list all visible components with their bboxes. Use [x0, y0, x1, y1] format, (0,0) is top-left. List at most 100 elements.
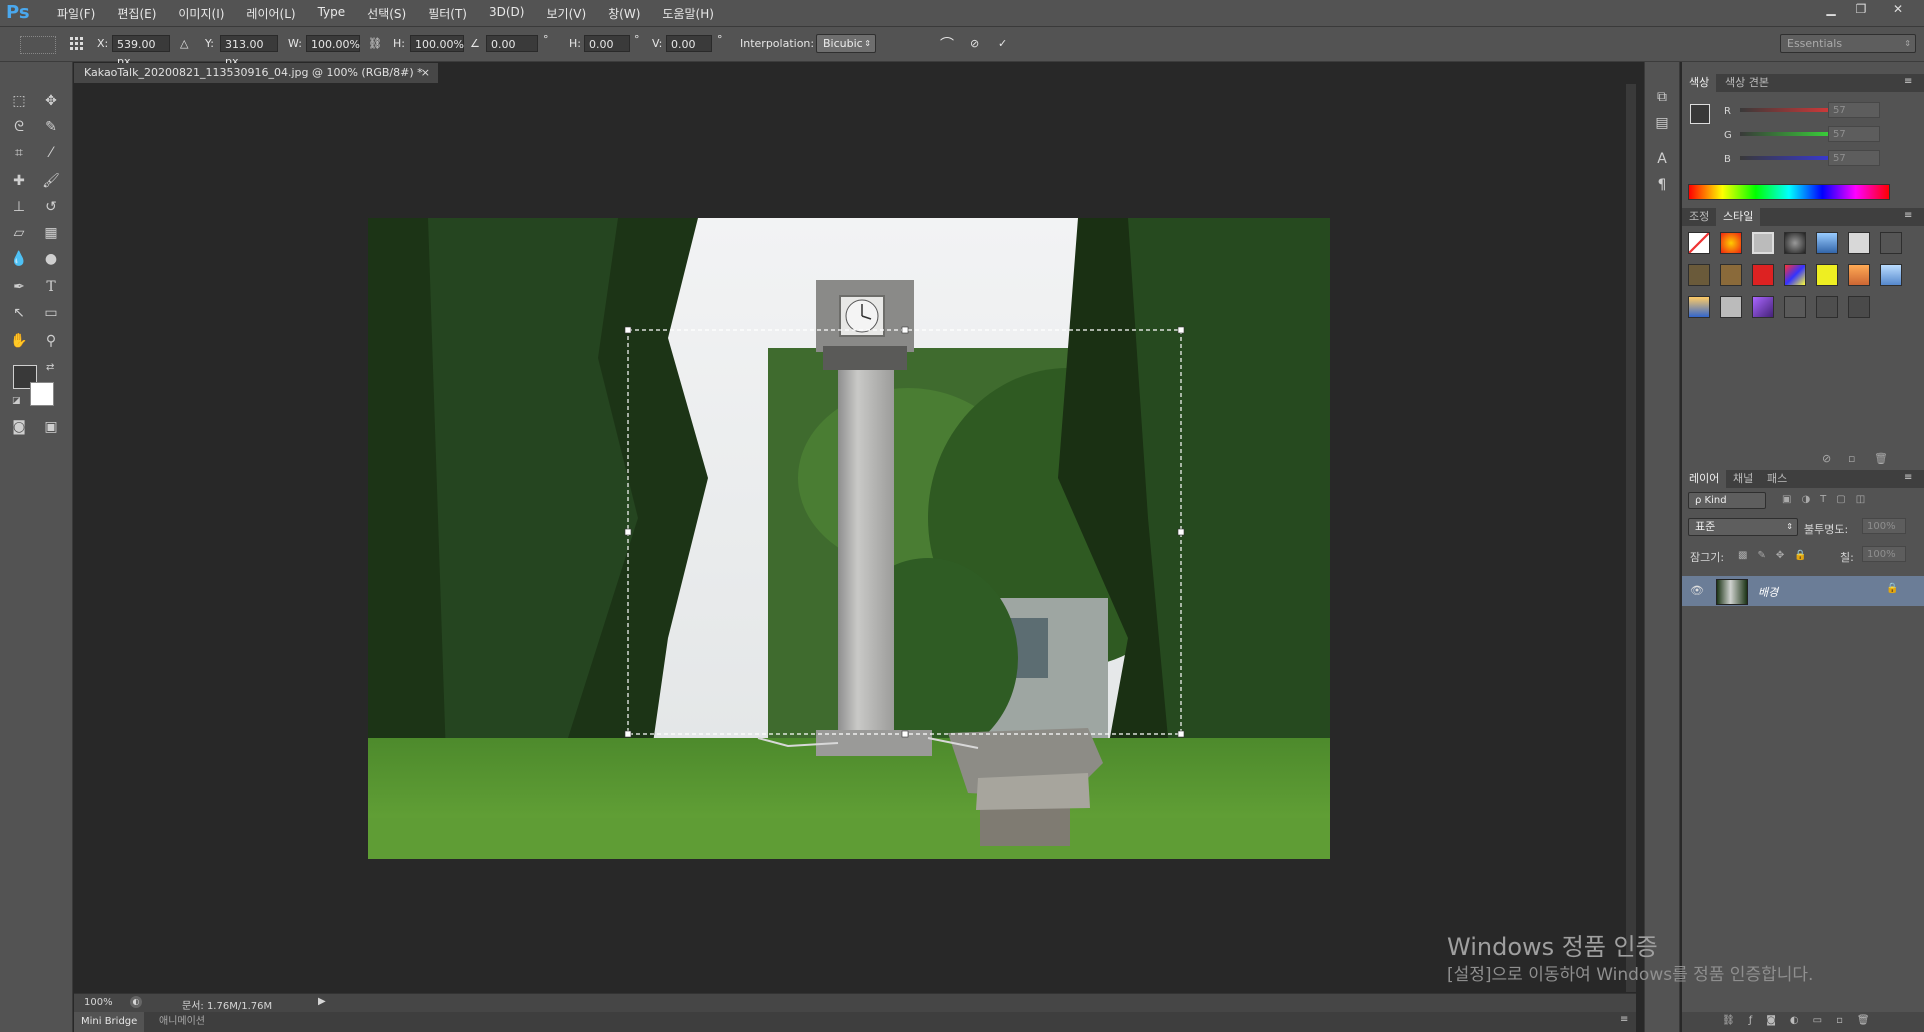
- style-swatch[interactable]: [1720, 264, 1742, 286]
- background-color-swatch[interactable]: [30, 382, 54, 406]
- history-panel-icon[interactable]: ⧉: [1651, 86, 1673, 108]
- delta-icon[interactable]: △: [180, 37, 188, 50]
- panel-menu-icon[interactable]: ≡: [1904, 76, 1912, 87]
- rectangle-tool-icon[interactable]: ▭: [40, 302, 62, 324]
- opacity-input[interactable]: 100%: [1862, 518, 1906, 534]
- style-swatch[interactable]: [1848, 264, 1870, 286]
- link-icon[interactable]: ⛓: [368, 37, 382, 50]
- menu-select[interactable]: 선택(S): [356, 5, 417, 22]
- height-input[interactable]: 100.00%: [410, 35, 464, 52]
- menu-help[interactable]: 도움말(H): [651, 5, 725, 22]
- style-swatch[interactable]: [1880, 264, 1902, 286]
- character-panel-icon[interactable]: A: [1651, 148, 1673, 170]
- clone-stamp-tool-icon[interactable]: ⊥: [8, 196, 30, 218]
- layer-name[interactable]: 배경: [1758, 584, 1778, 600]
- delete-style-icon[interactable]: 🗑: [1874, 452, 1888, 465]
- hskew-input[interactable]: 0.00: [584, 35, 630, 52]
- tab-adjustments[interactable]: 조정: [1682, 208, 1716, 226]
- panel-menu-icon[interactable]: ≡: [1904, 210, 1912, 221]
- menu-type[interactable]: Type: [307, 5, 357, 22]
- style-swatch[interactable]: [1784, 232, 1806, 254]
- style-swatch[interactable]: [1816, 232, 1838, 254]
- style-swatch[interactable]: [1848, 232, 1870, 254]
- document-image[interactable]: [368, 218, 1330, 859]
- zoom-level[interactable]: 100%: [84, 997, 113, 1008]
- style-swatch[interactable]: [1720, 232, 1742, 254]
- commit-transform-icon[interactable]: ✓: [998, 37, 1007, 50]
- interpolation-dropdown[interactable]: Bicubic ⇕: [816, 34, 876, 53]
- lock-icons[interactable]: ▩✎✥🔒: [1738, 550, 1817, 561]
- fill-input[interactable]: 100%: [1862, 546, 1906, 562]
- style-swatch-none[interactable]: [1688, 232, 1710, 254]
- r-input[interactable]: 57: [1828, 102, 1880, 118]
- brush-tool-icon[interactable]: 🖌: [40, 170, 62, 192]
- crop-tool-icon[interactable]: ⌗: [8, 142, 30, 164]
- tab-paths[interactable]: 패스: [1760, 470, 1794, 488]
- properties-panel-icon[interactable]: ▤: [1651, 112, 1673, 134]
- menu-3d[interactable]: 3D(D): [478, 5, 535, 22]
- vskew-input[interactable]: 0.00: [666, 35, 712, 52]
- vertical-scrollbar[interactable]: [1626, 84, 1636, 992]
- style-swatch-selected[interactable]: [1752, 232, 1774, 254]
- g-input[interactable]: 57: [1828, 126, 1880, 142]
- tab-mini-bridge[interactable]: Mini Bridge: [74, 1012, 145, 1032]
- lasso-tool-icon[interactable]: ᘓ: [8, 116, 30, 138]
- quick-mask-icon[interactable]: ◙: [8, 416, 30, 438]
- visibility-eye-icon[interactable]: 👁: [1690, 584, 1704, 597]
- document-tab[interactable]: KakaoTalk_20200821_113530916_04.jpg @ 10…: [74, 63, 438, 83]
- workspace-dropdown[interactable]: Essentials ⇕: [1780, 34, 1916, 53]
- layer-filter-icons[interactable]: ▣◑T▢◫: [1782, 494, 1875, 505]
- tab-layers[interactable]: 레이어: [1682, 470, 1727, 488]
- zoom-tool-icon[interactable]: ⚲: [40, 330, 62, 352]
- status-menu-arrow-icon[interactable]: ▶: [318, 996, 326, 1007]
- tab-styles[interactable]: 스타일: [1716, 208, 1761, 226]
- restore-button[interactable]: ❐: [1846, 0, 1876, 18]
- x-input[interactable]: 539.00 px: [112, 35, 170, 68]
- layer-filter-dropdown[interactable]: ρ Kind: [1688, 492, 1766, 509]
- gradient-tool-icon[interactable]: ▦: [40, 222, 62, 244]
- menu-window[interactable]: 창(W): [597, 5, 651, 22]
- clear-style-icon[interactable]: ⊘: [1822, 452, 1831, 465]
- style-swatch[interactable]: [1752, 264, 1774, 286]
- menu-filter[interactable]: 필터(T): [417, 5, 478, 22]
- close-tab-icon[interactable]: ×: [421, 63, 430, 83]
- dodge-tool-icon[interactable]: ●: [40, 248, 62, 270]
- style-swatch[interactable]: [1816, 296, 1838, 318]
- menu-view[interactable]: 보기(V): [535, 5, 597, 22]
- swap-colors-icon[interactable]: ⇄: [46, 362, 54, 373]
- move-tool-icon[interactable]: ✥: [40, 90, 62, 112]
- history-brush-tool-icon[interactable]: ↺: [40, 196, 62, 218]
- marquee-tool-icon[interactable]: ⬚: [8, 90, 30, 112]
- y-input[interactable]: 313.00 px: [220, 35, 278, 68]
- layer-footer-icons[interactable]: ⛓ƒ◙◐▭▫🗑: [1722, 1015, 1884, 1026]
- style-swatch[interactable]: [1752, 296, 1774, 318]
- menu-edit[interactable]: 편집(E): [106, 5, 167, 22]
- tab-swatches[interactable]: 색상 견본: [1718, 74, 1776, 92]
- style-swatch[interactable]: [1784, 296, 1806, 318]
- reference-point-icon[interactable]: [69, 36, 85, 52]
- style-swatch[interactable]: [1784, 264, 1806, 286]
- style-swatch[interactable]: [1720, 296, 1742, 318]
- layer-row-background[interactable]: 👁 배경 🔒: [1682, 576, 1924, 606]
- panel-menu-icon[interactable]: ≡: [1620, 1014, 1628, 1025]
- status-info-icon[interactable]: ◐: [130, 996, 142, 1008]
- warp-mode-icon[interactable]: ⌒: [940, 34, 954, 54]
- hand-tool-icon[interactable]: ✋: [8, 330, 30, 352]
- eraser-tool-icon[interactable]: ▱: [8, 222, 30, 244]
- style-swatch[interactable]: [1848, 296, 1870, 318]
- minimize-button[interactable]: ▁: [1816, 0, 1846, 18]
- panel-menu-icon[interactable]: ≡: [1904, 472, 1912, 483]
- b-input[interactable]: 57: [1828, 150, 1880, 166]
- blur-tool-icon[interactable]: 💧: [8, 248, 30, 270]
- style-swatch[interactable]: [1816, 264, 1838, 286]
- tab-channels[interactable]: 채널: [1726, 470, 1760, 488]
- menu-file[interactable]: 파일(F): [46, 5, 106, 22]
- pen-tool-icon[interactable]: ✒: [8, 276, 30, 298]
- menu-layer[interactable]: 레이어(L): [235, 5, 306, 22]
- paragraph-panel-icon[interactable]: ¶: [1651, 174, 1673, 196]
- new-style-icon[interactable]: ▫: [1848, 452, 1855, 465]
- path-select-tool-icon[interactable]: ↖: [8, 302, 30, 324]
- style-swatch[interactable]: [1880, 232, 1902, 254]
- tool-preset-icon[interactable]: [20, 36, 56, 54]
- style-swatch[interactable]: [1688, 296, 1710, 318]
